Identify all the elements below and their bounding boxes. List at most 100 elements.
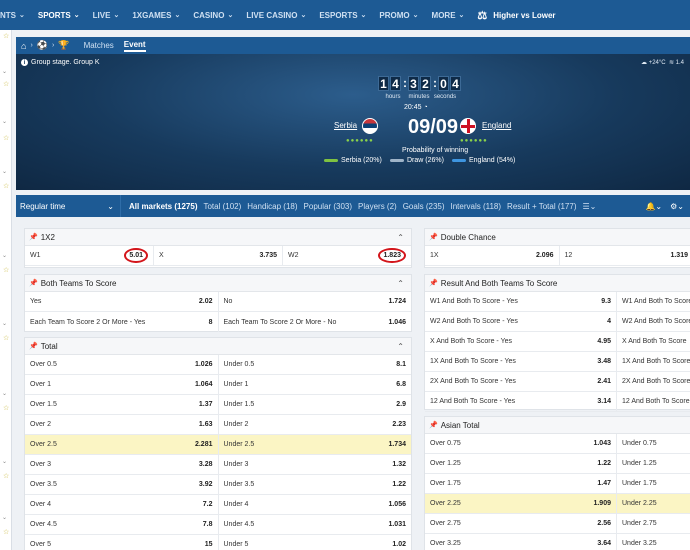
star-icon[interactable]: ☆ xyxy=(3,404,9,412)
odd-cell[interactable]: Under 0.5 8.1 xyxy=(219,355,412,374)
home-team[interactable]: Serbia xyxy=(334,121,357,130)
pin-icon[interactable]: 📌 xyxy=(429,421,438,429)
odd-cell[interactable]: W1 And Both To Score xyxy=(617,292,690,311)
chevron-down-icon[interactable]: ⌄ xyxy=(2,68,7,75)
odd-cell[interactable]: 1X And Both To Score xyxy=(617,352,690,371)
nav-item-esports[interactable]: ESPORTS ⌄ xyxy=(319,11,366,20)
odd-cell[interactable]: Over 3.25 3.64 xyxy=(425,534,617,550)
chevron-up-icon[interactable]: ⌃ xyxy=(397,279,404,288)
chevron-up-icon[interactable]: ⌃ xyxy=(397,233,404,242)
chevron-down-icon[interactable]: ⌄ xyxy=(2,118,7,125)
odd-cell[interactable]: Over 0.75 1.043 xyxy=(425,434,617,453)
star-icon[interactable]: ☆ xyxy=(3,32,9,40)
period-select[interactable]: Regular time ⌄ xyxy=(16,195,121,217)
nav-item-nts[interactable]: NTS ⌄ xyxy=(0,11,25,20)
tab-popular[interactable]: Popular (303) xyxy=(304,202,352,211)
odd-cell[interactable]: Under 2.25 xyxy=(617,494,690,513)
odd-cell[interactable]: Yes 2.02 xyxy=(25,292,219,311)
odd-cell[interactable]: Under 1.25 xyxy=(617,454,690,473)
odd-cell[interactable]: 1X And Both To Score - Yes 3.48 xyxy=(425,352,617,371)
home-icon[interactable]: ⌂ xyxy=(21,41,26,51)
pin-icon[interactable]: 📌 xyxy=(429,279,438,287)
odd-cell[interactable]: X And Both To Score xyxy=(617,332,690,351)
odd-12[interactable]: 12 1.319 xyxy=(560,246,690,265)
odd-cell[interactable]: Under 1.75 xyxy=(617,474,690,493)
chevron-down-icon[interactable]: ⌄ xyxy=(2,320,7,327)
nav-item-live-casino[interactable]: LIVE CASINO ⌄ xyxy=(246,11,306,20)
star-icon[interactable]: ☆ xyxy=(3,528,9,536)
odd-cell[interactable]: Under 2.5 1.734 xyxy=(218,435,411,454)
star-icon[interactable]: ☆ xyxy=(3,472,9,480)
odd-cell[interactable]: 12 And Both To Score - Yes 3.14 xyxy=(425,392,617,411)
pin-icon[interactable]: 📌 xyxy=(29,279,38,287)
star-icon[interactable]: ☆ xyxy=(3,334,9,342)
tab-all-markets[interactable]: All markets (1275) xyxy=(129,202,197,211)
odd-cell[interactable]: Over 1.75 1.47 xyxy=(425,474,617,493)
odd-cell[interactable]: Under 2.75 xyxy=(617,514,690,533)
tab-goals[interactable]: Goals (235) xyxy=(403,202,445,211)
tab-intervals[interactable]: Intervals (118) xyxy=(451,202,502,211)
star-icon[interactable]: ☆ xyxy=(3,80,9,88)
tab-event[interactable]: Event xyxy=(123,40,146,52)
odd-cell[interactable]: 12 And Both To Score xyxy=(617,392,690,411)
odd-cell[interactable]: Over 4.5 7.8 xyxy=(25,515,219,534)
star-icon[interactable]: ☆ xyxy=(3,182,9,190)
pin-icon[interactable]: 📌 xyxy=(29,342,38,350)
nav-item-promo[interactable]: PROMO ⌄ xyxy=(379,11,418,20)
list-view-icon[interactable]: ☰⌄ xyxy=(583,202,597,211)
odd-cell[interactable]: W2 And Both To Score - Yes 4 xyxy=(425,312,617,331)
nav-item-more[interactable]: MORE ⌄ xyxy=(432,11,465,20)
star-icon[interactable]: ☆ xyxy=(3,134,9,142)
odd-cell[interactable]: Under 3 1.32 xyxy=(219,455,412,474)
chevron-down-icon[interactable]: ⌄ xyxy=(2,390,7,397)
bell-icon[interactable]: 🔔⌄ xyxy=(645,202,662,211)
chevron-down-icon[interactable]: ⌄ xyxy=(2,514,7,521)
odd-cell[interactable]: Under 0.75 xyxy=(617,434,690,453)
chevron-down-icon[interactable]: ⌄ xyxy=(2,458,7,465)
odd-cell[interactable]: Over 3.5 3.92 xyxy=(25,475,219,494)
tab-matches[interactable]: Matches xyxy=(84,41,114,50)
chevron-up-icon[interactable]: ⌃ xyxy=(397,342,404,351)
odd-cell[interactable]: Over 0.5 1.026 xyxy=(25,355,219,374)
star-icon[interactable]: ☆ xyxy=(3,266,9,274)
odd-cell[interactable]: Each Team To Score 2 Or More - No 1.046 xyxy=(219,312,412,332)
odd-cell[interactable]: Over 4 7.2 xyxy=(25,495,219,514)
away-team[interactable]: England xyxy=(482,121,511,130)
odd-w1[interactable]: W1 5.01 xyxy=(25,246,154,265)
odd-cell[interactable]: Under 4 1.056 xyxy=(219,495,412,514)
tab-result-total[interactable]: Result + Total (177) xyxy=(507,202,576,211)
odd-cell[interactable]: Over 3 3.28 xyxy=(25,455,219,474)
odd-cell[interactable]: No 1.724 xyxy=(219,292,412,311)
odd-cell[interactable]: Over 5 15 xyxy=(25,535,219,550)
pin-icon[interactable]: 📌 xyxy=(29,233,38,241)
tab-players[interactable]: Players (2) xyxy=(358,202,397,211)
odd-cell[interactable]: 2X And Both To Score xyxy=(617,372,690,391)
odd-cell[interactable]: Over 2.75 2.56 xyxy=(425,514,617,533)
tab-total[interactable]: Total (102) xyxy=(203,202,241,211)
odd-cell[interactable]: Under 1.5 2.9 xyxy=(219,395,412,414)
nav-item-sports[interactable]: SPORTS ⌄ xyxy=(38,11,80,20)
odd-cell[interactable]: Under 1 6.8 xyxy=(219,375,412,394)
gear-icon[interactable]: ⚙⌄ xyxy=(670,202,684,211)
odd-x[interactable]: X 3.735 xyxy=(154,246,283,265)
odd-cell[interactable]: Each Team To Score 2 Or More - Yes 8 xyxy=(25,312,219,332)
chevron-down-icon[interactable]: ⌄ xyxy=(2,168,7,175)
odd-cell[interactable]: Over 1.25 1.22 xyxy=(425,454,617,473)
pin-icon[interactable]: 📌 xyxy=(429,233,438,241)
odd-cell[interactable]: Over 2.5 2.281 xyxy=(25,435,219,454)
nav-item-higher-vs-lower[interactable]: ⚖ Higher vs Lower xyxy=(477,9,555,22)
soccer-ball-icon[interactable]: ⚽ xyxy=(37,40,48,51)
odd-cell[interactable]: Over 1 1.064 xyxy=(25,375,219,394)
chevron-down-icon[interactable]: ⌄ xyxy=(2,252,7,259)
odd-cell[interactable]: W1 And Both To Score - Yes 9.3 xyxy=(425,292,617,311)
odd-cell[interactable]: 2X And Both To Score - Yes 2.41 xyxy=(425,372,617,391)
nav-item-live[interactable]: LIVE ⌄ xyxy=(93,11,120,20)
nav-item-casino[interactable]: CASINO ⌄ xyxy=(193,11,233,20)
odd-cell[interactable]: Under 4.5 1.031 xyxy=(219,515,412,534)
odd-cell[interactable]: X And Both To Score - Yes 4.95 xyxy=(425,332,617,351)
odd-1x[interactable]: 1X 2.096 xyxy=(425,246,560,265)
odd-cell[interactable]: Under 3.25 xyxy=(617,534,690,550)
odd-cell[interactable]: Over 2 1.63 xyxy=(25,415,219,434)
odd-cell[interactable]: Under 2 2.23 xyxy=(219,415,412,434)
tab-handicap[interactable]: Handicap (18) xyxy=(247,202,297,211)
